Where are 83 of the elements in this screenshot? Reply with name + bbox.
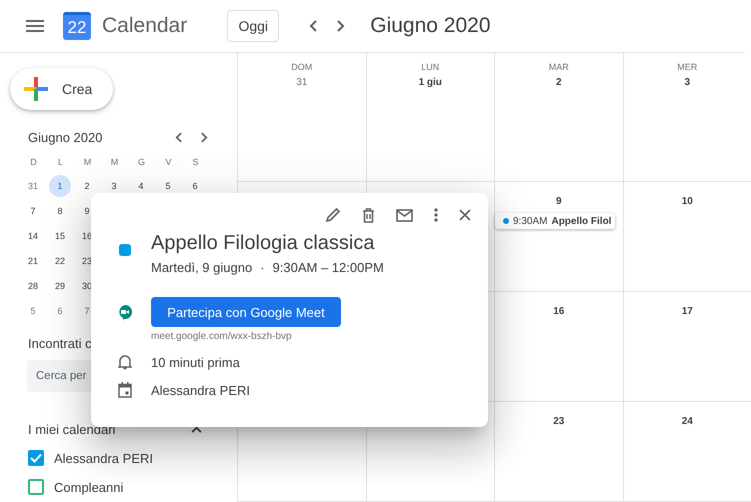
menu-icon[interactable]	[26, 20, 44, 32]
mini-calendar-day[interactable]: 28	[22, 275, 44, 297]
date-number[interactable]: 23	[553, 416, 564, 427]
weekday-label: MER	[677, 62, 698, 72]
more-icon[interactable]	[434, 208, 438, 222]
event-time: 9:30AM – 12:00PM	[272, 260, 384, 275]
bell-icon	[118, 354, 132, 370]
date-number[interactable]: 9	[556, 196, 562, 207]
mini-calendar-day[interactable]: 5	[157, 175, 179, 197]
weekday-label: M	[82, 156, 92, 168]
weekday-label: G	[136, 156, 146, 168]
previous-icon[interactable]	[309, 20, 318, 32]
event-chip[interactable]: 9:30AM Appello Filol	[495, 213, 614, 229]
next-icon[interactable]	[201, 132, 208, 143]
day-cell[interactable]: 16	[494, 292, 622, 402]
day-cell[interactable]: 24	[622, 402, 751, 502]
section-heading: I miei calendari	[28, 422, 116, 437]
day-cell[interactable]: MER 3	[622, 53, 751, 182]
mini-calendar-day[interactable]: 29	[49, 275, 71, 297]
mini-calendar-day[interactable]: 4	[130, 175, 152, 197]
mini-calendar-day[interactable]: 22	[49, 250, 71, 272]
mini-calendar-day[interactable]: 6	[49, 300, 71, 322]
checkbox[interactable]	[28, 479, 44, 495]
close-icon[interactable]	[459, 209, 471, 221]
day-cell[interactable]: MAR 2	[494, 53, 622, 182]
calendar-name: Compleanni	[54, 480, 124, 494]
event-date: Martedì, 9 giugno	[151, 260, 252, 275]
checkbox[interactable]	[28, 450, 44, 466]
event-title: Appello Filologia classica	[151, 232, 376, 255]
previous-icon[interactable]	[175, 132, 182, 143]
join-meet-button[interactable]: Partecipa con Google Meet	[151, 297, 341, 327]
mini-calendar-day[interactable]: 2	[76, 175, 98, 197]
mini-calendar-day[interactable]: 7	[22, 200, 44, 222]
day-cell[interactable]: LUN 1 giu	[366, 53, 494, 182]
mini-calendar-day[interactable]: 3	[103, 175, 125, 197]
date-number[interactable]: 16	[553, 306, 564, 317]
day-cell[interactable]: 23	[494, 402, 622, 502]
date-number[interactable]: 1 giu	[418, 77, 442, 88]
delete-icon[interactable]	[362, 208, 375, 222]
mini-calendar-day[interactable]: 6	[184, 175, 206, 197]
mini-calendar-day[interactable]: 1	[49, 175, 71, 197]
day-cell[interactable]: DOM 31	[237, 53, 366, 182]
mini-calendar-day[interactable]: 21	[22, 250, 44, 272]
calendar-owner: Alessandra PERI	[151, 382, 250, 398]
day-cell[interactable]: 17	[622, 292, 751, 402]
mini-calendar-day[interactable]: 5	[22, 300, 44, 322]
next-icon[interactable]	[337, 20, 346, 32]
collapse-icon[interactable]	[191, 426, 202, 433]
calendar-icon	[118, 382, 132, 398]
date-number[interactable]: 24	[682, 416, 693, 427]
date-number[interactable]: 3	[684, 77, 690, 88]
mini-calendar-day[interactable]: 14	[22, 225, 44, 247]
weekday-label: D	[29, 156, 38, 168]
create-button[interactable]: Crea	[10, 68, 113, 110]
today-button[interactable]: Oggi	[227, 10, 280, 42]
date-number[interactable]: 31	[296, 77, 308, 88]
edit-icon[interactable]	[325, 207, 341, 223]
app-name: Calendar	[102, 14, 188, 38]
weekday-label: LUN	[421, 62, 440, 72]
meet-link[interactable]: meet.google.com/wxx-bszh-bvp	[151, 331, 341, 342]
day-cell[interactable]: 9 9:30AM Appello Filol	[494, 182, 622, 292]
calendar-name: Alessandra PERI	[54, 450, 153, 466]
weekday-label: DOM	[291, 62, 312, 72]
reminder-text: 10 minuti prima	[151, 354, 240, 370]
mini-calendar-day[interactable]: 8	[49, 200, 71, 222]
mini-calendar-day[interactable]: 31	[22, 175, 44, 197]
plus-icon	[24, 77, 48, 101]
video-chat-icon	[116, 304, 132, 322]
separator: ·	[260, 260, 265, 275]
mini-calendar-day[interactable]: 15	[49, 225, 71, 247]
date-number[interactable]: 2	[556, 77, 562, 88]
weekday-label: MAR	[548, 62, 569, 72]
weekday-label: S	[191, 156, 200, 168]
date-number[interactable]: 10	[682, 196, 693, 207]
weekday-label: L	[56, 156, 64, 168]
calendar-logo: 22	[63, 12, 91, 40]
email-icon[interactable]	[396, 208, 413, 222]
month-title: Giugno 2020	[370, 14, 491, 38]
weekday-label: V	[164, 156, 172, 168]
date-number[interactable]: 17	[682, 306, 693, 317]
weekday-label: M	[110, 156, 120, 168]
day-cell[interactable]: 10	[622, 182, 751, 292]
mini-calendar-title: Giugno 2020	[28, 130, 104, 145]
